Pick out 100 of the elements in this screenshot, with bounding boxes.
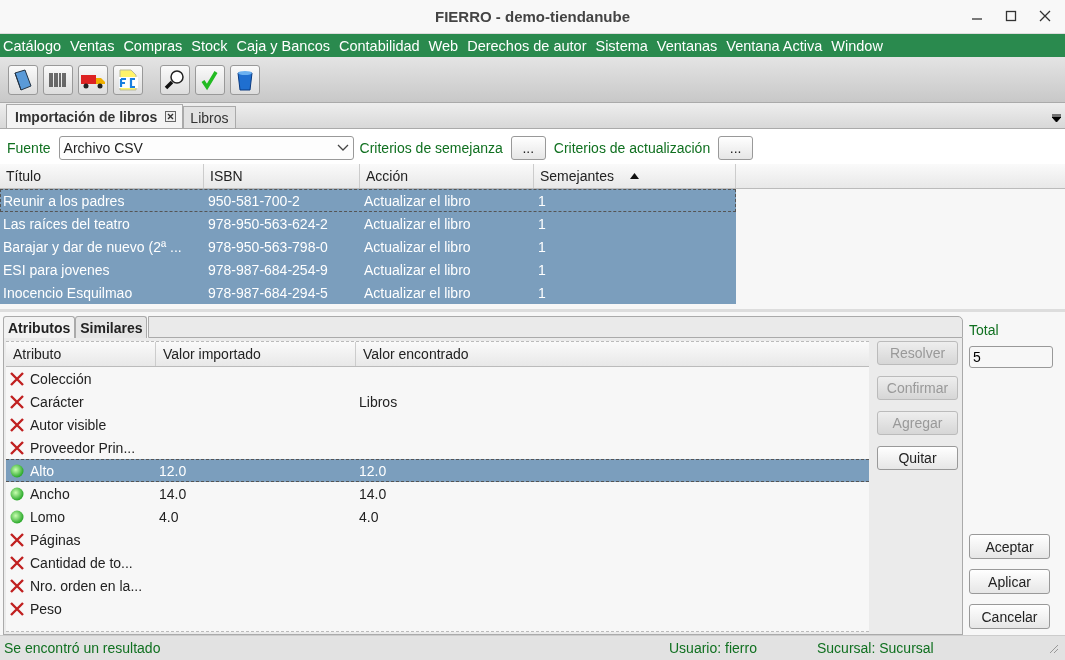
column-header[interactable]: Acción xyxy=(360,164,534,188)
menu-item[interactable]: Compras xyxy=(123,37,183,54)
table-row[interactable]: Autor visible xyxy=(6,413,869,436)
column-header[interactable]: Título xyxy=(0,164,204,188)
table-cell: Ancho xyxy=(30,485,70,502)
total-label: Total xyxy=(969,322,1000,338)
table-row[interactable]: Cantidad de to... xyxy=(6,551,869,574)
tab-list-icon[interactable] xyxy=(1052,114,1061,122)
table-cell-text: Actualizar el libro xyxy=(363,261,472,278)
table-row[interactable]: Páginas xyxy=(6,528,869,551)
document-tab[interactable]: Libros xyxy=(183,106,236,128)
table-cell-text: Actualizar el libro xyxy=(363,284,472,301)
table-row[interactable]: Colección xyxy=(6,367,869,390)
table-cell-text: 1 xyxy=(537,238,547,255)
table-cell-text: ESI para jovenes xyxy=(2,261,111,278)
document-icon xyxy=(116,67,140,92)
source-dropdown[interactable]: Archivo CSV xyxy=(58,136,354,160)
table-cell-text: Las raíces del teatro xyxy=(2,215,131,232)
criteria-label: Criterios de actualización xyxy=(553,140,711,156)
table-cell: Peso xyxy=(30,600,62,617)
table-cell-text: 1 xyxy=(537,215,547,232)
table-cell: Carácter xyxy=(30,393,84,410)
criteria-label: Criterios de semejanza xyxy=(359,140,503,156)
table-cell: 4.0 xyxy=(359,508,379,525)
column-header[interactable]: Valor encontrado xyxy=(356,342,869,366)
table-cell: 12.0 xyxy=(159,462,187,479)
table-cell: Páginas xyxy=(30,531,81,548)
table-cell-text: Reunir a los padres xyxy=(2,192,126,209)
action-button[interactable]: Quitar xyxy=(877,446,958,470)
criteria-button[interactable]: ... xyxy=(510,136,546,160)
table-cell: Colección xyxy=(30,370,92,387)
table-cell-text: Actualizar el libro xyxy=(363,238,472,255)
magnifier-icon xyxy=(163,67,187,92)
table-cell-text: Inocencio Esquilmao xyxy=(2,284,134,301)
menu-item[interactable]: Stock xyxy=(191,37,228,54)
dialog-button[interactable]: Aceptar xyxy=(969,534,1050,559)
close-tab-icon[interactable] xyxy=(165,111,177,122)
table-cell: Autor visible xyxy=(30,416,107,433)
menu-item[interactable]: Contabilidad xyxy=(339,37,420,54)
table-row[interactable]: Ancho 14.0 14.0 xyxy=(6,482,869,505)
table-cell: 14.0 xyxy=(359,485,387,502)
toolbar-magnifier-button[interactable] xyxy=(160,64,190,95)
criteria-button[interactable]: ... xyxy=(718,136,754,160)
menu-item[interactable]: Derechos de autor xyxy=(467,37,587,54)
table-cell-text: Actualizar el libro xyxy=(363,192,472,209)
table-cell: 4.0 xyxy=(159,508,179,525)
menu-item[interactable]: Catálogo xyxy=(3,37,62,54)
toolbar-checkmark-button[interactable] xyxy=(195,64,225,95)
menu-item[interactable]: Window xyxy=(831,37,883,54)
dialog-button[interactable]: Aplicar xyxy=(969,569,1050,594)
window-title: FIERRO - demo-tiendanube xyxy=(435,8,630,25)
column-header[interactable]: ISBN xyxy=(204,164,360,188)
table-cell: Alto xyxy=(30,462,55,479)
table-cell-text: Barajar y dar de nuevo (2ª ... xyxy=(2,238,183,255)
total-field[interactable]: 5 xyxy=(969,346,1053,368)
table-cell: Lomo xyxy=(30,508,66,525)
resize-grip-icon[interactable] xyxy=(1049,644,1059,654)
table-cell: Libros xyxy=(359,393,398,410)
column-header[interactable]: Atributo xyxy=(6,342,156,366)
toolbar-bucket-button[interactable] xyxy=(230,64,260,95)
table-cell-text: 978-987-684-294-5 xyxy=(207,284,329,301)
menu-item[interactable]: Web xyxy=(428,37,459,54)
table-row[interactable]: Proveedor Prin... xyxy=(6,436,869,459)
toolbar-truck-button[interactable] xyxy=(78,64,108,95)
table-row[interactable]: Lomo 4.0 4.0 xyxy=(6,505,869,528)
menu-item[interactable]: Ventas xyxy=(70,37,115,54)
table-cell: Nro. orden en la... xyxy=(30,577,143,594)
table-cell: Proveedor Prin... xyxy=(30,439,136,456)
table-cell-text: 978-950-563-624-2 xyxy=(207,215,329,232)
table-row[interactable]: Peso xyxy=(6,597,869,620)
toolbar-document-button[interactable] xyxy=(113,64,143,95)
menu-item[interactable]: Ventanas xyxy=(656,37,718,54)
column-header[interactable]: Semejantes xyxy=(534,164,736,188)
dialog-button[interactable]: Cancelar xyxy=(969,604,1050,629)
detail-tab[interactable]: Similares xyxy=(75,316,148,338)
maximize-icon[interactable] xyxy=(1005,10,1017,22)
table-row[interactable]: Carácter Libros xyxy=(6,390,869,413)
column-header[interactable]: Valor importado xyxy=(156,342,356,366)
toolbar-book-button[interactable] xyxy=(8,64,38,95)
menu-item[interactable]: Sistema xyxy=(595,37,648,54)
table-cell: Cantidad de to... xyxy=(30,554,133,571)
status-branch: Sucursal: Sucursal xyxy=(817,640,934,656)
close-icon[interactable] xyxy=(1039,10,1051,22)
detail-tab[interactable]: Atributos xyxy=(3,316,76,338)
table-cell-text: 978-950-563-798-0 xyxy=(207,238,329,255)
table-row[interactable]: Nro. orden en la... xyxy=(6,574,869,597)
status-message: Se encontró un resultado xyxy=(3,640,162,656)
document-tab[interactable]: Importación de libros xyxy=(6,104,184,128)
menu-item[interactable]: Caja y Bancos xyxy=(236,37,330,54)
toolbar-barcode-button[interactable] xyxy=(43,64,73,95)
table-cell-text: 1 xyxy=(537,261,547,278)
table-cell: 14.0 xyxy=(159,485,187,502)
table-cell-text: 978-987-684-254-9 xyxy=(207,261,329,278)
chevron-down-icon xyxy=(336,144,349,152)
table-cell: 12.0 xyxy=(359,462,387,479)
table-cell-text: Actualizar el libro xyxy=(363,215,472,232)
menu-item[interactable]: Ventana Activa xyxy=(726,37,823,54)
status-user: Usuario: fierro xyxy=(669,640,758,656)
table-cell-text: 950-581-700-2 xyxy=(207,192,301,209)
table-cell-text: 1 xyxy=(537,192,547,209)
